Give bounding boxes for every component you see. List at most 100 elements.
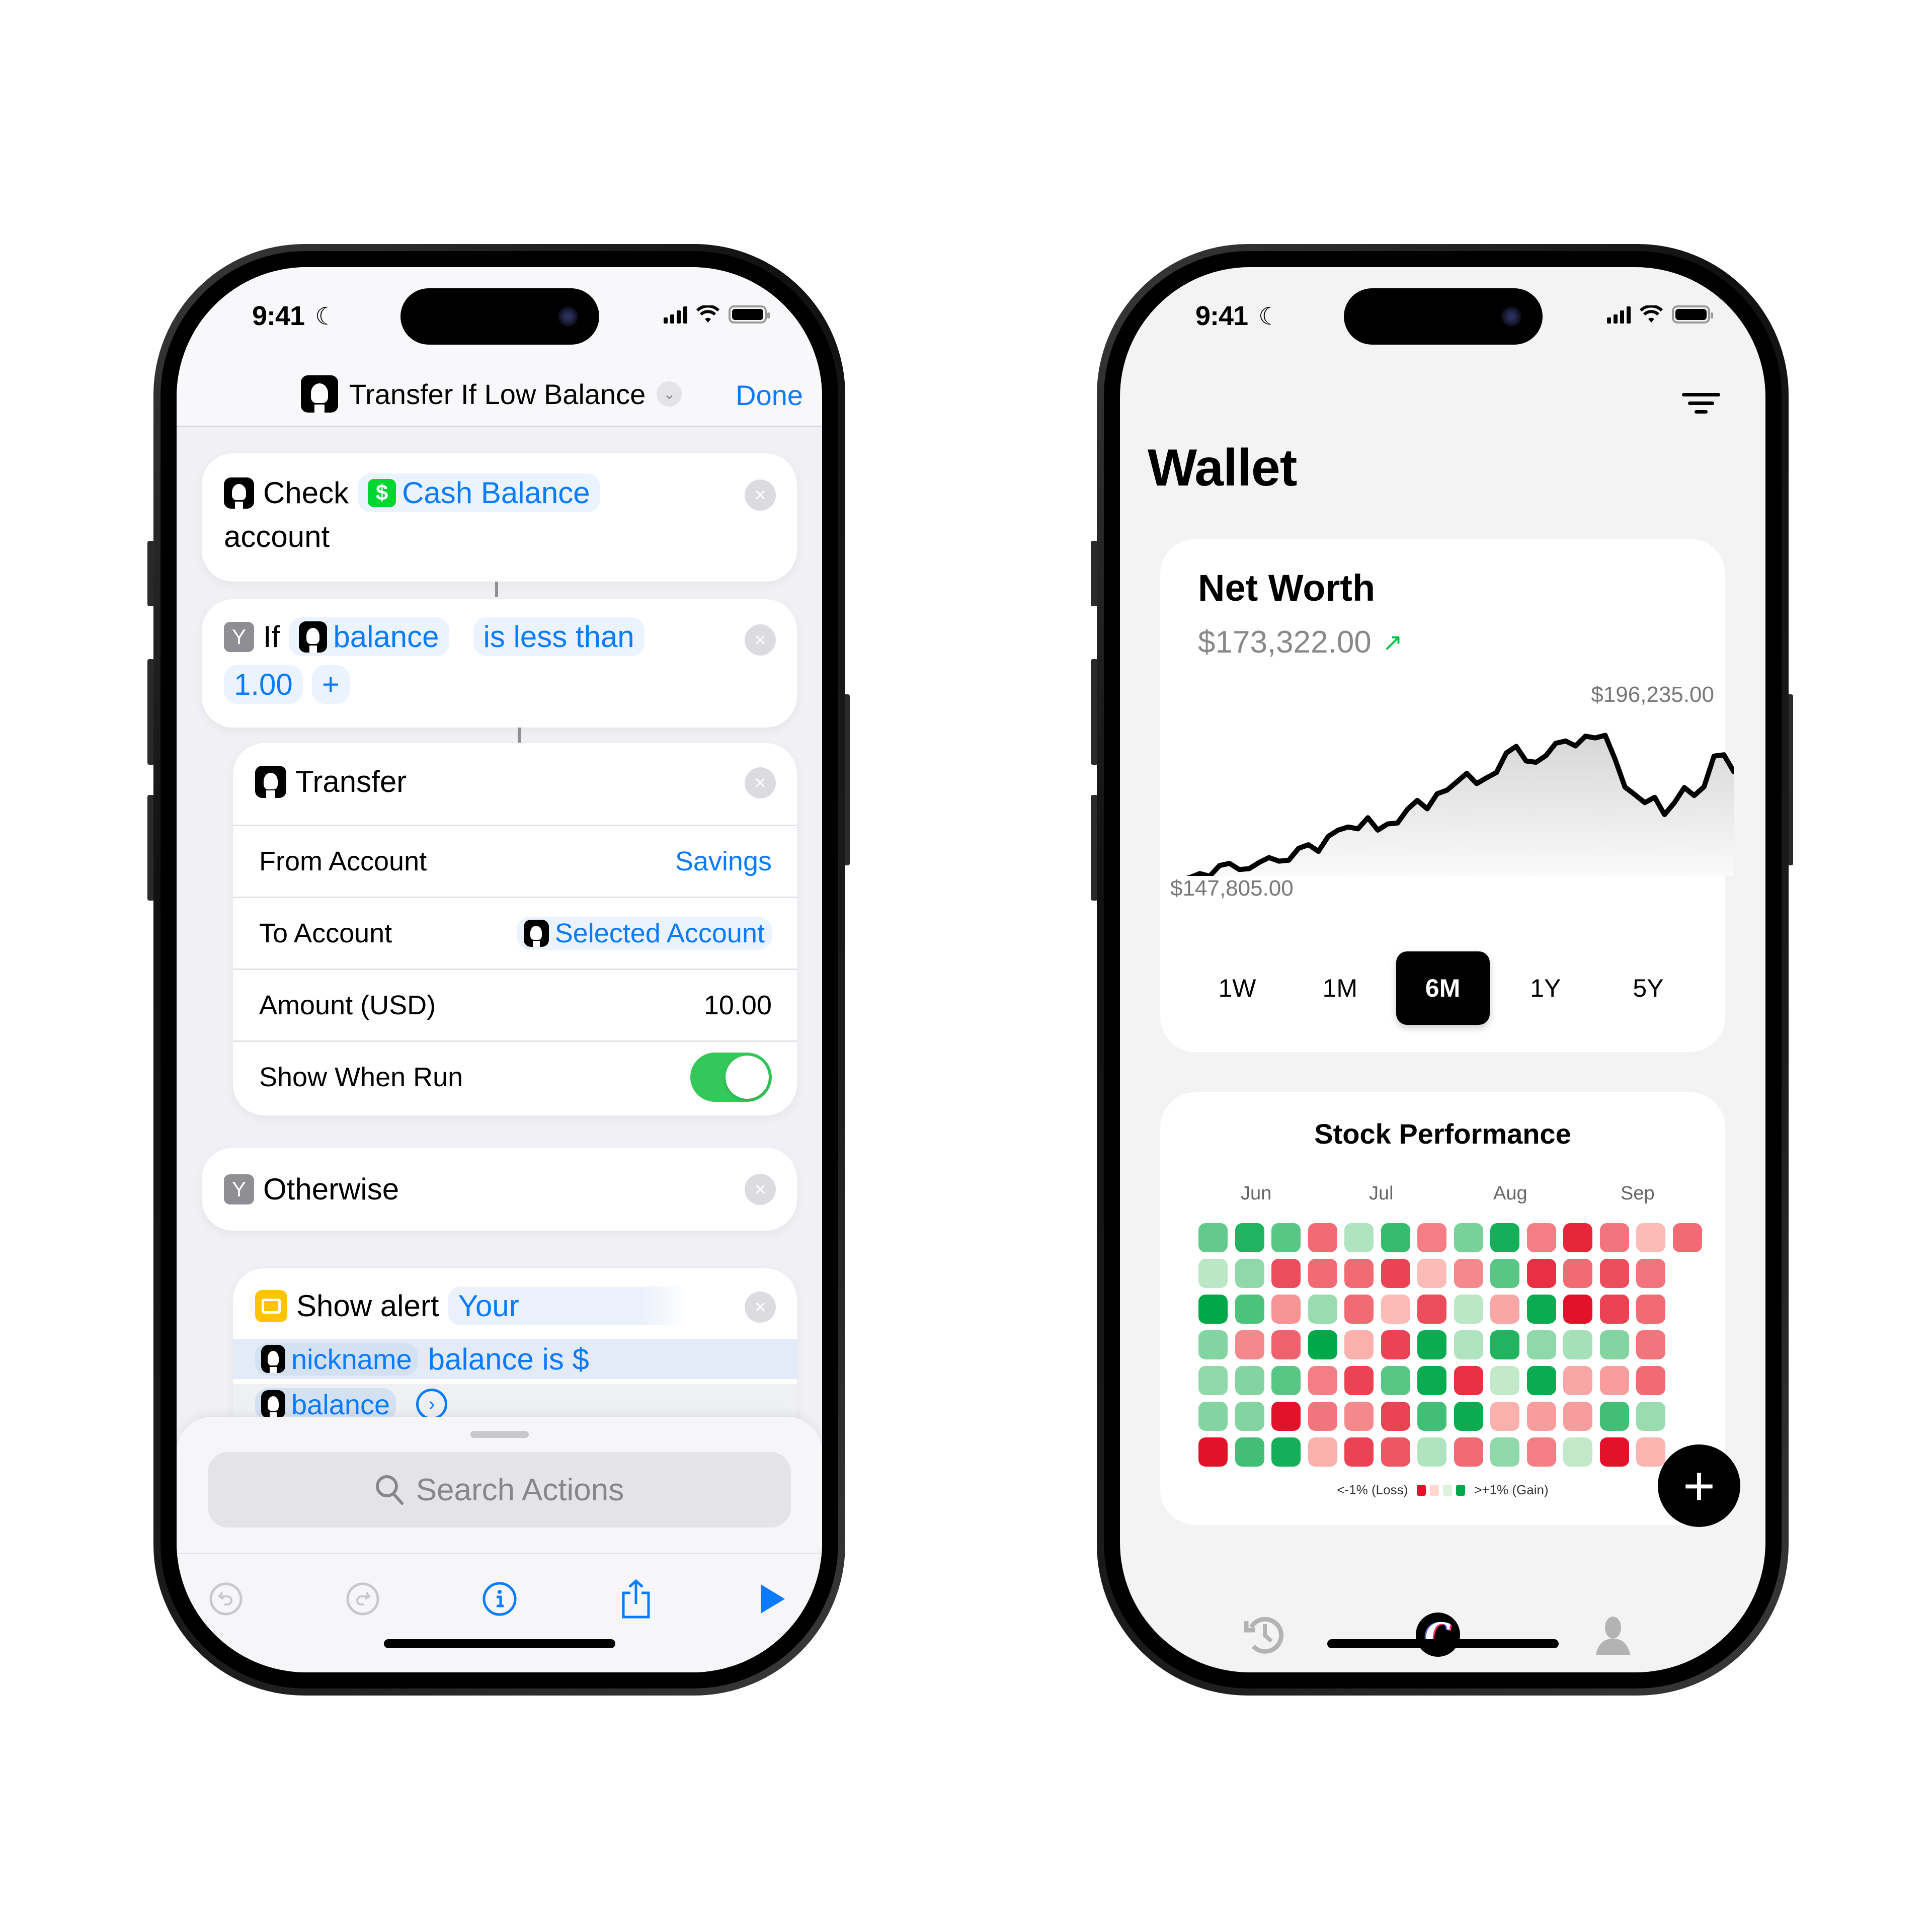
status-time: 9:41 (252, 301, 305, 331)
range-1w[interactable]: 1W (1190, 951, 1284, 1025)
undo-icon[interactable] (206, 1579, 246, 1619)
add-condition-button[interactable]: + (311, 665, 350, 704)
alert-message-line[interactable]: nickname balance is $ (233, 1339, 797, 1379)
action-title: Transfer (295, 765, 407, 798)
action-if[interactable]: Y If balance is less than 1.00 + × (202, 599, 797, 728)
bank-app-icon (224, 477, 254, 509)
remove-action-button[interactable]: × (745, 624, 776, 656)
account-token[interactable]: $ Cash Balance (358, 473, 600, 512)
heatmap-cell (1636, 1295, 1665, 1324)
chevron-down-icon[interactable]: ⌄ (657, 381, 682, 407)
variable-token[interactable]: balance (289, 617, 449, 656)
remove-action-button[interactable]: × (745, 1292, 776, 1323)
history-icon[interactable] (1241, 1611, 1289, 1659)
condition-token[interactable]: is less than (473, 617, 645, 656)
heatmap-cell (1599, 1437, 1629, 1467)
heatmap-cell (1417, 1223, 1446, 1252)
heatmap-cell (1490, 1402, 1519, 1431)
heatmap-cell (1344, 1259, 1374, 1288)
app-logo-icon[interactable]: C (1414, 1611, 1462, 1659)
alert-app-icon (255, 1290, 287, 1322)
heatmap-cell (1563, 1366, 1592, 1395)
legend-gain-label: >+1% (Gain) (1474, 1482, 1549, 1497)
heatmap-cell (1599, 1295, 1629, 1324)
amount-value[interactable]: 10.00 (704, 990, 772, 1021)
heatmap-cell (1417, 1366, 1446, 1395)
heatmap-cell (1344, 1402, 1374, 1431)
camera-icon (1501, 306, 1521, 327)
heatmap-cell (1308, 1330, 1337, 1359)
heatmap-cell (1454, 1259, 1483, 1288)
play-icon[interactable] (753, 1579, 793, 1619)
action-otherwise[interactable]: Y Otherwise × (202, 1148, 797, 1231)
action-suffix: account (224, 520, 330, 553)
heatmap-cell (1599, 1259, 1629, 1288)
profile-icon[interactable] (1589, 1611, 1637, 1659)
heatmap-cell (1636, 1437, 1665, 1467)
if-keyword: If (263, 620, 280, 654)
heatmap-cell (1490, 1437, 1519, 1467)
search-actions-field[interactable]: Search Actions (208, 1452, 791, 1527)
filter-icon[interactable] (1682, 393, 1720, 419)
chart-min-label: $147,805.00 (1170, 876, 1294, 901)
heatmap-cell (1381, 1295, 1410, 1324)
heatmap-cell (1271, 1259, 1301, 1288)
action-transfer[interactable]: Transfer × From Account Savings To Accou… (233, 743, 797, 1115)
heatmap-cell (1381, 1437, 1410, 1467)
param-show-when-run: Show When Run (233, 1040, 797, 1112)
cellular-signal-icon (664, 305, 687, 324)
param-from-account[interactable]: From Account Savings (233, 825, 797, 897)
heatmap-cell (1526, 1366, 1556, 1395)
range-5y[interactable]: 5Y (1601, 951, 1695, 1025)
param-to-account[interactable]: To Account Selected Account (233, 897, 797, 969)
heatmap-cell (1235, 1259, 1264, 1288)
heatmap-legend: <-1% (Loss) >+1% (Gain) (1160, 1482, 1725, 1498)
stock-performance-card: Stock Performance Jun Jul Aug Sep <-1% (… (1160, 1092, 1725, 1525)
wifi-icon (696, 305, 719, 323)
redo-icon[interactable] (343, 1579, 383, 1619)
remove-action-button[interactable]: × (745, 479, 776, 511)
action-check-balance[interactable]: Check $ Cash Balance account × (202, 453, 797, 582)
remove-action-button[interactable]: × (745, 1174, 776, 1205)
heatmap-cell (1563, 1223, 1592, 1252)
status-bar: 9:41 ☾ (1120, 267, 1765, 353)
heatmap-cell (1308, 1295, 1337, 1324)
range-1m[interactable]: 1M (1293, 951, 1387, 1025)
heatmap-cell (1454, 1295, 1483, 1324)
info-icon[interactable] (479, 1579, 520, 1619)
heatmap-cell (1454, 1223, 1483, 1252)
balance-token[interactable]: balance (255, 1388, 396, 1421)
heatmap-cell (1235, 1437, 1264, 1467)
show-when-run-toggle[interactable] (690, 1053, 772, 1102)
heatmap-cell (1381, 1330, 1410, 1359)
share-icon[interactable] (616, 1579, 656, 1619)
add-button[interactable]: + (1658, 1444, 1740, 1527)
bank-app-icon (261, 1345, 285, 1373)
from-account-value[interactable]: Savings (675, 846, 772, 877)
shortcut-title-menu[interactable]: Transfer If Low Balance ⌄ (301, 375, 682, 413)
legend-swatch (1417, 1484, 1426, 1496)
heatmap-cell (1198, 1402, 1228, 1431)
heatmap-cell (1599, 1223, 1629, 1252)
heatmap-cell (1636, 1259, 1665, 1288)
alert-message-field[interactable]: Your (448, 1286, 690, 1325)
heatmap-cell (1490, 1330, 1519, 1359)
heatmap-cell (1344, 1295, 1374, 1324)
expand-chevron-icon[interactable]: › (416, 1389, 448, 1420)
camera-icon (557, 306, 578, 327)
param-amount[interactable]: Amount (USD) 10.00 (233, 969, 797, 1040)
sheet-grabber[interactable] (470, 1431, 529, 1438)
range-1y[interactable]: 1Y (1499, 951, 1592, 1025)
remove-action-button[interactable]: × (745, 767, 776, 798)
heatmap-cell (1636, 1223, 1665, 1252)
wifi-icon (1640, 305, 1663, 323)
value-token[interactable]: 1.00 (224, 665, 303, 704)
range-6m[interactable]: 6M (1396, 951, 1490, 1025)
nickname-token[interactable]: nickname (255, 1342, 418, 1376)
done-button[interactable]: Done (736, 379, 803, 412)
connector-line (518, 728, 521, 743)
heatmap-cell (1381, 1223, 1410, 1252)
to-account-token[interactable]: Selected Account (516, 917, 772, 950)
heatmap-cell (1235, 1402, 1264, 1431)
heatmap-cell (1271, 1295, 1301, 1324)
